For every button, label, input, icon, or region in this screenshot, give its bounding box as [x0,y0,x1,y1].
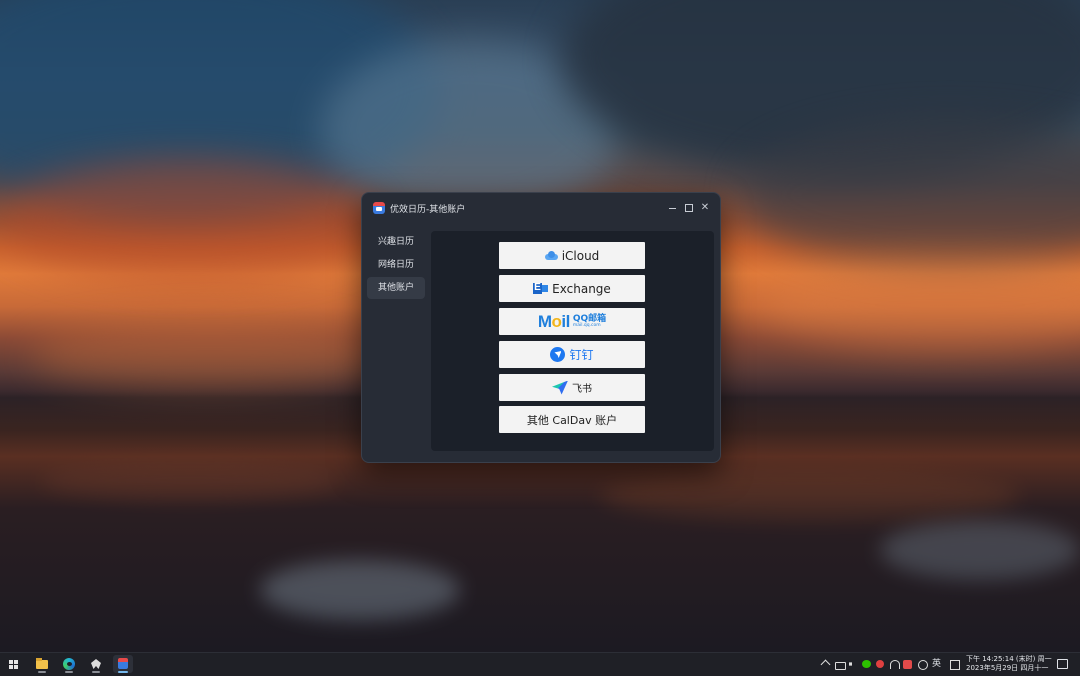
icloud-label: iCloud [561,248,600,263]
exchange-icon [533,282,549,295]
keyboard-layout-icon[interactable] [950,660,960,670]
taskbar: 英 下午 14:25:14 (末时) 周一 2023年5月29日 四月十一 [0,652,1080,676]
clock-date: 2023年5月29日 四月十一 [966,664,1049,672]
start-button[interactable] [5,655,25,673]
caldav-label: 其他 CalDav 账户 [526,413,618,427]
wifi-icon[interactable] [890,660,900,669]
qq-mail-brand: QQ邮箱 mail.qq.com [572,313,607,328]
window-title: 优效日历-其他账户 [390,205,466,215]
calendar-tray-icon[interactable] [903,660,912,669]
wallpaper-sunset-glow [0,160,380,280]
wallpaper-wave [40,460,340,500]
notification-center-icon[interactable] [1057,659,1068,669]
qq-mail-logo: Moil [537,311,571,331]
icloud-icon [544,251,558,260]
exchange-button[interactable]: Exchange [499,275,645,302]
chevron-up-icon[interactable] [820,659,831,670]
wallpaper-sunset-glow [30,320,390,390]
exchange-label: Exchange [552,281,611,296]
calendar-app-icon [373,202,385,214]
file-explorer-icon[interactable] [32,655,52,673]
network-icon[interactable] [918,660,928,670]
windows-logo-icon [9,660,13,664]
game-icon[interactable] [86,655,106,673]
account-list-panel: iCloud Exchange Moil QQ邮箱 mail.qq.com 钉钉… [431,231,714,451]
wallpaper-wave [880,520,1080,580]
taskbar-clock[interactable]: 下午 14:25:14 (末时) 周一 2023年5月29日 四月十一 [966,655,1052,673]
dingtalk-label: 钉钉 [569,348,594,362]
input-method-indicator[interactable]: 英 [932,653,941,676]
volume-icon[interactable] [849,660,856,668]
app-tray-icon[interactable] [876,660,884,668]
edge-icon[interactable] [59,655,79,673]
close-button[interactable]: ✕ [696,199,714,217]
wallpaper-sunset-glow [760,260,1080,350]
qq-mail-button[interactable]: Moil QQ邮箱 mail.qq.com [499,308,645,335]
icloud-button[interactable]: iCloud [499,242,645,269]
wallpaper-wave [600,470,1020,520]
feishu-button[interactable]: 飞书 [499,374,645,401]
sidebar-item-interest-calendar[interactable]: 兴趣日历 [367,231,425,253]
dingtalk-button[interactable]: 钉钉 [499,341,645,368]
title-bar[interactable]: 优效日历-其他账户 ✕ [362,193,720,223]
feishu-icon [552,381,568,395]
caldav-button[interactable]: 其他 CalDav 账户 [499,406,645,433]
calendar-app-window: 优效日历-其他账户 ✕ 兴趣日历 网络日历 其他账户 iCloud Exchan… [361,192,721,463]
sidebar-item-other-accounts[interactable]: 其他账户 [367,277,425,299]
feishu-label: 飞书 [572,384,592,395]
battery-icon[interactable] [835,662,846,670]
sidebar-item-web-calendar[interactable]: 网络日历 [367,254,425,276]
wallpaper-wave [260,560,460,620]
dingtalk-icon [550,347,566,362]
sidebar: 兴趣日历 网络日历 其他账户 [367,231,425,300]
calendar-app-taskbar-icon[interactable] [113,655,133,673]
clock-time: 下午 14:25:14 (末时) 周一 [966,655,1052,663]
wechat-icon[interactable] [862,660,871,668]
